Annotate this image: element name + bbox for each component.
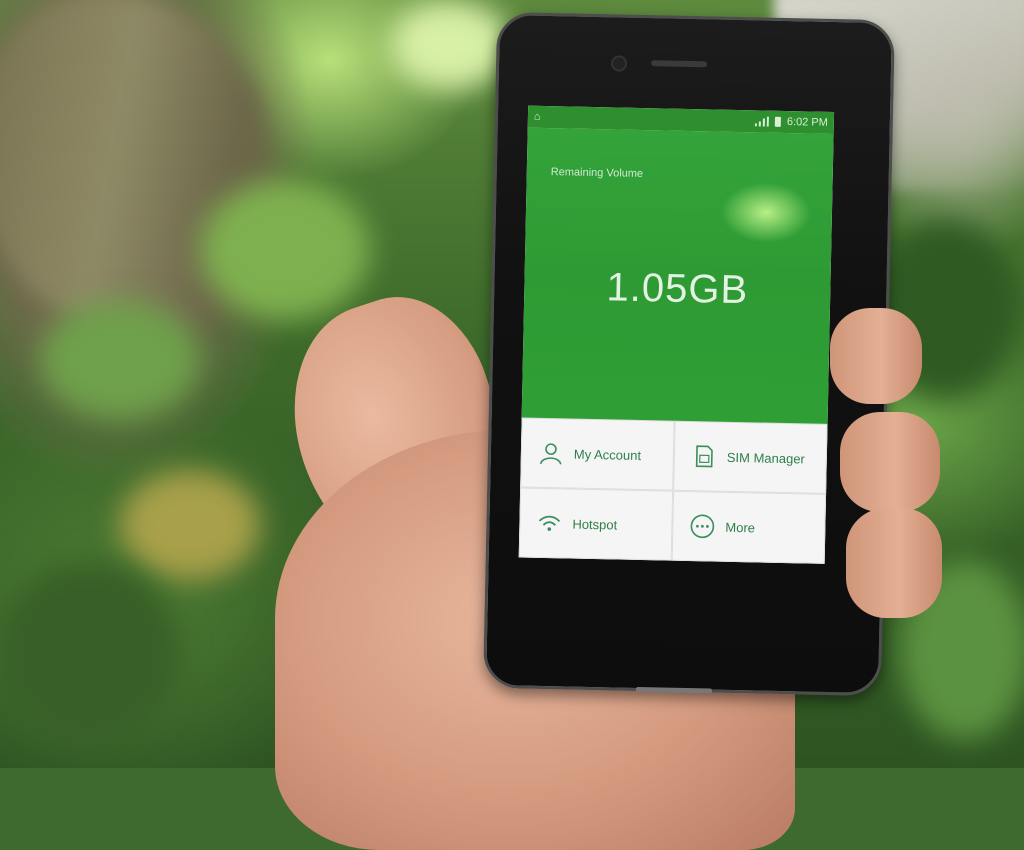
person-icon <box>539 443 562 465</box>
foliage-blob <box>120 470 260 580</box>
my-account-button[interactable]: My Account <box>520 417 675 491</box>
foliage-blob <box>390 0 510 90</box>
hand-finger <box>846 508 942 618</box>
hotspot-button[interactable]: Hotspot <box>518 487 674 561</box>
more-dots-icon <box>690 514 715 539</box>
sim-card-icon <box>695 445 713 468</box>
sim-manager-label: SIM Manager <box>726 449 806 466</box>
signal-icon <box>754 116 770 127</box>
status-right: 6:02 PM <box>754 115 828 129</box>
hand-finger <box>840 412 940 512</box>
more-button[interactable]: More <box>671 490 827 564</box>
earpiece-speaker <box>651 60 708 68</box>
status-time: 6:02 PM <box>786 116 828 129</box>
front-camera <box>610 55 628 72</box>
foliage-blob <box>40 300 200 420</box>
foliage-blob <box>0 560 180 740</box>
hand-finger <box>830 308 922 404</box>
more-label: More <box>725 519 756 535</box>
battery-icon <box>774 116 782 127</box>
hotspot-label: Hotspot <box>572 516 618 533</box>
wifi-icon <box>538 515 561 531</box>
notification-icon: ⌂ <box>533 110 541 123</box>
phone-screen: ⌂ 6:02 PM Remaining Volume 1.05GB My Acc… <box>518 105 835 564</box>
remaining-volume-label: Remaining Volume <box>550 166 644 180</box>
main-menu: My Account SIM Manager Hotspot More <box>518 417 828 564</box>
sim-manager-button[interactable]: SIM Manager <box>673 420 828 494</box>
my-account-label: My Account <box>573 446 642 463</box>
remaining-volume-panel: Remaining Volume 1.05GB <box>521 127 834 424</box>
foliage-blob <box>200 180 370 320</box>
remaining-volume-value: 1.05GB <box>606 265 749 313</box>
